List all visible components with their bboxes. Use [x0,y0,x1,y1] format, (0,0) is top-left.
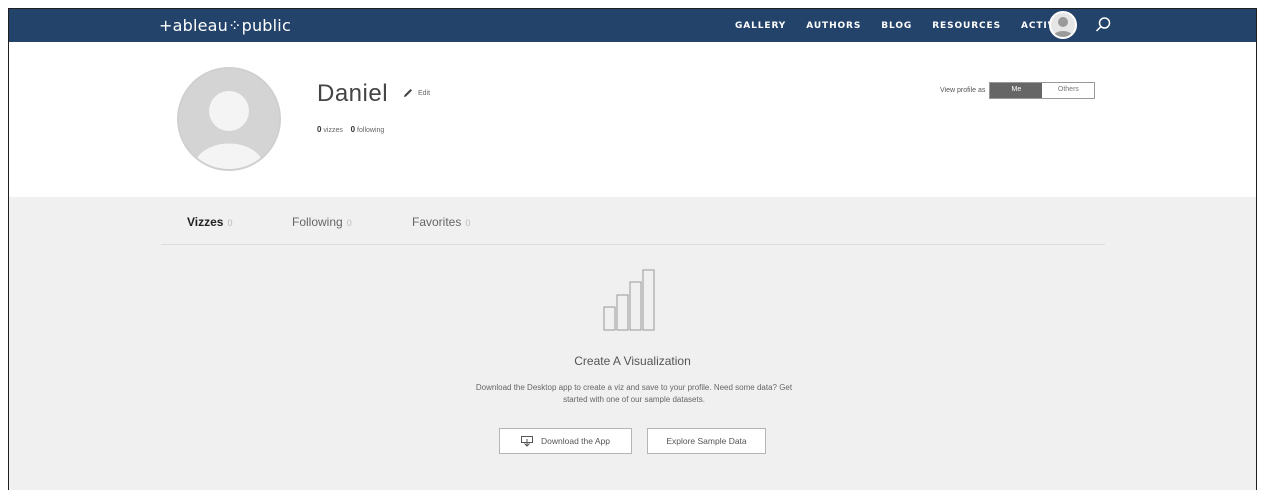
profile-header: Daniel Edit 0 vizzes 0 following View pr… [9,42,1256,197]
tab-count: 0 [465,218,471,228]
edit-label: Edit [418,89,431,97]
vizzes-label: vizzes [323,127,343,134]
tab-label: Vizzes [187,215,224,229]
tab-following[interactable]: Following 0 [292,215,352,229]
following-count: 0 [350,125,356,134]
nav-link-resources[interactable]: RESOURCES [932,21,1001,31]
nav-link-blog[interactable]: BLOG [881,21,912,31]
profile-content: Vizzes 0 Following 0 Favorites 0 Create A V… [9,197,1256,490]
tab-vizzes[interactable]: Vizzes 0 [187,215,232,229]
empty-state-title: Create A Visualization [574,354,691,368]
vizzes-count: 0 [317,125,322,134]
view-as-toggle: Me Others [989,82,1096,99]
view-as-me-button[interactable]: Me [990,83,1043,98]
description-line: started with one of our sample datasets. [563,395,705,404]
download-app-button[interactable]: Download the App [499,428,632,454]
profile-name: Daniel [317,80,389,107]
profile-avatar-icon [179,69,279,169]
profile-avatar [177,67,281,171]
tab-count: 0 [227,218,233,228]
tableau-public-logo[interactable]: +ableau⁘public [159,16,291,35]
download-app-label: Download the App [541,436,610,446]
nav-links: GALLERY AUTHORS BLOG RESOURCES ACTIVITY [735,9,1094,42]
download-icon [521,435,533,447]
view-profile-as: View profile as Me Others [940,82,1096,99]
pencil-icon [404,89,412,97]
nav-link-authors[interactable]: AUTHORS [806,21,861,31]
tab-count: 0 [346,218,352,228]
top-navigation-bar: +ableau⁘public GALLERY AUTHORS BLOG RESO… [9,9,1256,42]
nav-link-gallery[interactable]: GALLERY [735,21,786,31]
tab-label: Following [292,215,343,229]
view-as-label: View profile as [940,87,986,94]
explore-sample-data-button[interactable]: Explore Sample Data [647,428,766,454]
search-icon[interactable] [1094,16,1112,34]
tab-label: Favorites [412,215,462,229]
profile-tabs: Vizzes 0 Following 0 Favorites 0 [161,197,1105,245]
view-as-others-button[interactable]: Others [1042,83,1095,98]
following-label: following [357,127,385,134]
tab-favorites[interactable]: Favorites 0 [412,215,470,229]
user-avatar-icon[interactable] [1049,11,1077,39]
empty-state-description: Download the Desktop app to create a viz… [429,382,839,406]
browser-viewport: +ableau⁘public GALLERY AUTHORS BLOG RESO… [8,8,1257,490]
explore-sample-data-label: Explore Sample Data [666,436,747,446]
edit-profile-button[interactable]: Edit [403,88,430,98]
description-line: Download the Desktop app to create a viz… [475,383,793,392]
profile-stats: 0 vizzes 0 following [317,125,384,134]
bar-chart-icon [603,269,663,331]
